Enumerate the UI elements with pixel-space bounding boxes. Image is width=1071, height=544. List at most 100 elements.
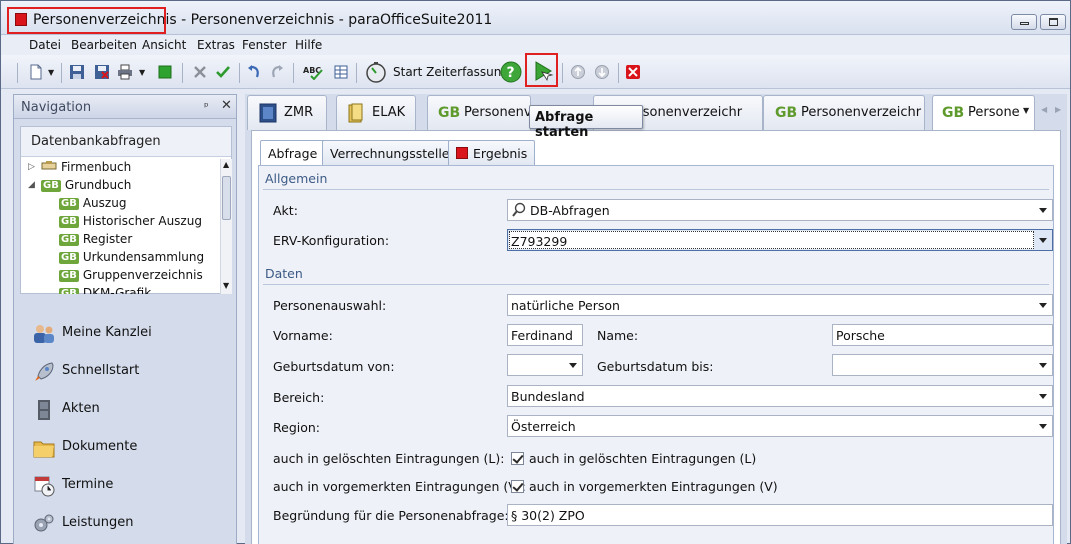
doc-tab-elak[interactable]: ELAK bbox=[336, 95, 416, 130]
green-square-icon[interactable] bbox=[157, 64, 173, 80]
menu-fenster[interactable]: Fenster bbox=[242, 38, 287, 52]
database-queries-panel: Datenbankabfragen ▷ Firmenbuch ◢ GB Grundbuc… bbox=[20, 126, 232, 294]
doc-tab-personenverzeichnis-active[interactable]: GB Personer ▼ bbox=[932, 95, 1035, 130]
tree-item[interactable]: ◢ GB Grundbuch bbox=[28, 178, 131, 196]
tree-item-label: Urkundensammlung bbox=[82, 250, 205, 264]
gb-logo: GB bbox=[942, 105, 965, 121]
tree-item[interactable]: GB Auszug bbox=[59, 196, 126, 214]
doc-tab-personenverzeichnis-3[interactable]: GB Personenverzeichr bbox=[763, 95, 925, 130]
confirm-check-icon[interactable] bbox=[215, 64, 231, 80]
restore-button[interactable] bbox=[1040, 14, 1066, 30]
scroll-thumb[interactable] bbox=[222, 176, 231, 220]
people-icon bbox=[34, 325, 54, 343]
tree-item-label: Firmenbuch bbox=[61, 160, 132, 174]
start-time-tracking-label[interactable]: Start Zeiterfassung bbox=[393, 65, 509, 79]
save-icon[interactable] bbox=[69, 64, 85, 80]
menu-extras[interactable]: Extras bbox=[197, 38, 235, 52]
scroll-down-icon[interactable]: ▼ bbox=[223, 281, 229, 290]
menu-ansicht[interactable]: Ansicht bbox=[142, 38, 186, 52]
deleted-entries-checkbox[interactable] bbox=[511, 452, 524, 465]
help-icon[interactable]: ? bbox=[500, 61, 522, 83]
person-select-value: natürliche Person bbox=[511, 298, 620, 313]
region-select[interactable]: Österreich bbox=[507, 415, 1053, 437]
tree-scrollbar[interactable]: ▲ ▼ bbox=[220, 159, 232, 294]
reserved-entries-checkbox-label[interactable]: auch in vorgemerkten Eintragungen (V) bbox=[529, 479, 778, 494]
pin-icon[interactable]: ᵖ bbox=[204, 100, 209, 113]
tree-item[interactable]: GB DKM-Grafik bbox=[59, 286, 151, 294]
akt-value: DB-Abfragen bbox=[530, 203, 610, 218]
tree-item[interactable]: ▷ Firmenbuch bbox=[28, 160, 132, 178]
firstname-input[interactable]: Ferdinand bbox=[507, 324, 583, 346]
spellcheck-icon[interactable]: ABC bbox=[303, 64, 325, 80]
tab-dropdown-icon[interactable]: ▼ bbox=[1023, 106, 1029, 115]
nav-files-label: Akten bbox=[62, 401, 100, 416]
delete-icon[interactable] bbox=[625, 64, 641, 80]
doc-tab-personenverzeichnis-1-label: Personenve bbox=[464, 105, 530, 120]
group-general-divider bbox=[263, 189, 1049, 190]
tree-item[interactable]: GB Urkundensammlung bbox=[59, 250, 204, 268]
person-select-label: Personenauswahl: bbox=[273, 298, 387, 313]
close-icon[interactable]: ✕ bbox=[221, 98, 232, 113]
print-dropdown-icon[interactable]: ▼ bbox=[139, 68, 145, 77]
menu-hilfe[interactable]: Hilfe bbox=[295, 38, 322, 52]
expand-icon[interactable]: ▷ bbox=[28, 162, 35, 172]
tree-item[interactable]: GB Historischer Auszug bbox=[59, 214, 202, 232]
minimize-button[interactable] bbox=[1011, 14, 1037, 30]
person-select[interactable]: natürliche Person bbox=[507, 294, 1053, 316]
main-content: ZMR ELAK GB Personenve Personenverzeichr… bbox=[245, 94, 1067, 544]
database-queries-title: Datenbankabfragen bbox=[31, 134, 161, 149]
menu-datei[interactable]: Datei bbox=[29, 38, 61, 52]
subtab-query[interactable]: Abfrage bbox=[260, 140, 326, 166]
arrow-down-circle-icon[interactable] bbox=[594, 64, 610, 80]
area-label: Bereich: bbox=[273, 390, 325, 405]
toolbar-separator bbox=[182, 63, 183, 83]
menu-bearbeiten[interactable]: Bearbeiten bbox=[71, 38, 137, 52]
tree-item[interactable]: GB Register bbox=[59, 232, 132, 250]
toolbar-separator bbox=[239, 63, 240, 83]
lastname-input[interactable]: Porsche bbox=[832, 324, 1053, 346]
doc-tab-personenverzeichnis-1[interactable]: GB Personenve bbox=[427, 95, 531, 130]
spreadsheet-icon[interactable] bbox=[333, 64, 349, 80]
window-title-suffix: - Personenverzeichnis - paraOfficeSuite2… bbox=[176, 12, 493, 28]
print-icon[interactable] bbox=[117, 64, 133, 80]
doc-tab-elak-label: ELAK bbox=[372, 105, 406, 120]
company-register-icon bbox=[41, 161, 57, 170]
reserved-entries-checkbox[interactable] bbox=[511, 480, 524, 493]
new-dropdown-icon[interactable]: ▼ bbox=[48, 68, 54, 77]
subtab-result-label: Ergebnis bbox=[473, 146, 528, 161]
gb-logo: GB bbox=[59, 288, 79, 294]
undo-icon[interactable] bbox=[246, 64, 262, 80]
save-close-icon[interactable] bbox=[94, 64, 110, 80]
menu-bar: Datei Bearbeiten Ansicht Extras Fenster … bbox=[1, 35, 1070, 55]
birth-from-date-picker[interactable] bbox=[507, 354, 583, 376]
rocket-icon bbox=[35, 362, 54, 381]
akt-select[interactable]: DB-Abfragen bbox=[507, 199, 1053, 221]
gb-logo: GB bbox=[59, 198, 79, 210]
collapse-icon[interactable]: ◢ bbox=[28, 180, 35, 190]
stopwatch-icon[interactable] bbox=[365, 61, 387, 83]
erv-config-select[interactable]: Z793299 bbox=[507, 229, 1053, 251]
subtab-billing-office[interactable]: Verrechnungsstelle bbox=[322, 140, 458, 165]
deleted-entries-checkbox-label[interactable]: auch in gelöschten Eintragungen (L) bbox=[529, 451, 756, 466]
birth-to-date-picker[interactable] bbox=[832, 354, 1053, 376]
tree-item[interactable]: GB Gruppenverzeichnis bbox=[59, 268, 203, 286]
doc-tab-zmr[interactable]: ZMR bbox=[247, 95, 327, 130]
arrow-up-circle-icon[interactable] bbox=[570, 64, 586, 80]
svg-text:?: ? bbox=[507, 65, 515, 81]
gb-logo: GB bbox=[41, 180, 61, 192]
toolbar-separator bbox=[562, 63, 563, 83]
navigation-pane: Navigation ᵖ ✕ Datenbankabfragen ▷ Firmen… bbox=[13, 94, 237, 544]
tab-scroll-right-icon[interactable]: ▶ bbox=[1055, 105, 1061, 114]
restore-icon bbox=[1049, 18, 1058, 26]
new-document-icon[interactable] bbox=[28, 64, 44, 80]
application-window: Personenverzeichnis - Personenverzeichni… bbox=[0, 0, 1071, 544]
subtab-result[interactable]: Ergebnis bbox=[448, 140, 536, 165]
result-red-icon bbox=[456, 147, 468, 159]
scroll-up-icon[interactable]: ▲ bbox=[223, 160, 229, 169]
cancel-x-icon[interactable] bbox=[192, 64, 208, 80]
chevron-down-icon bbox=[1039, 238, 1047, 243]
area-select[interactable]: Bundesland bbox=[507, 385, 1053, 407]
redo-icon[interactable] bbox=[269, 64, 285, 80]
tab-scroll-left-icon[interactable]: ◀ bbox=[1041, 105, 1047, 114]
reason-input[interactable]: § 30(2) ZPO bbox=[507, 504, 1053, 526]
